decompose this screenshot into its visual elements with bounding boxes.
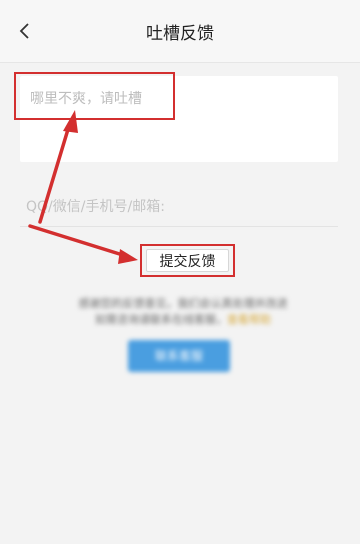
blurred-action-button[interactable]: 联系客服 [128,340,230,372]
blurred-info-text: 感谢您的反馈意见，我们会认真处理并改进 如需咨询请联系在线客服，查看帮助 [30,296,336,328]
blurred-info-line-2: 如需咨询请联系在线客服，查看帮助 [30,312,336,328]
arrow-to-submit-line [28,224,128,258]
contact-row [20,188,338,227]
contact-input[interactable] [20,188,338,226]
navigation-bar: 吐槽反馈 [0,0,360,63]
arrow-to-submit-head [118,249,138,264]
blurred-info-text-2: 如需咨询请联系在线客服， [95,313,227,326]
submit-feedback-button[interactable]: 提交反馈 [146,249,229,272]
feedback-box [20,76,338,162]
submit-highlight-frame: 提交反馈 [140,244,235,277]
blurred-info-line-1: 感谢您的反馈意见，我们会认真处理并改进 [78,297,288,310]
page-title: 吐槽反馈 [146,24,214,44]
feedback-input[interactable] [20,76,338,162]
blurred-info-link[interactable]: 查看帮助 [227,313,271,326]
